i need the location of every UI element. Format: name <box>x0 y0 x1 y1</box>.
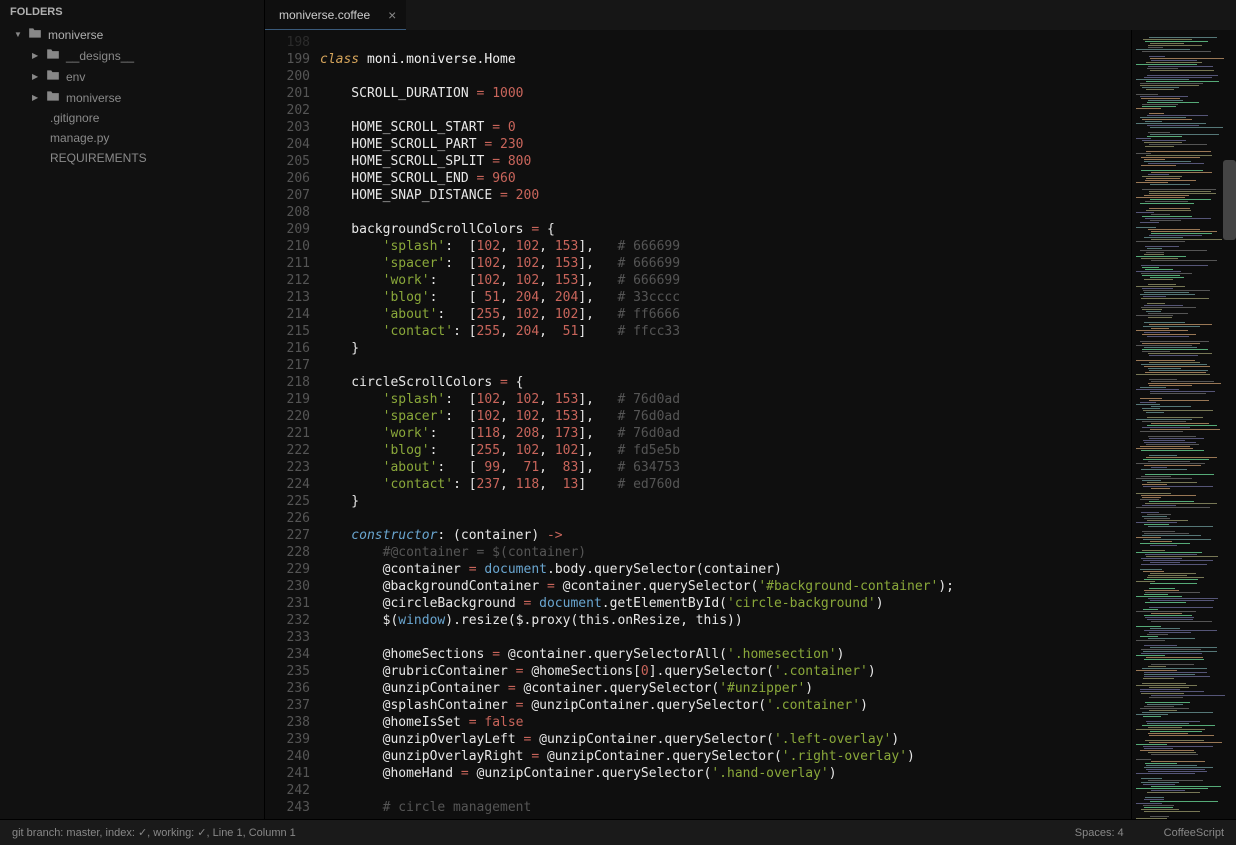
code-line[interactable]: $(window).resize($.proxy(this.onResize, … <box>320 612 1131 629</box>
code-line[interactable]: 'blog': [255, 102, 102], # fd5e5b <box>320 442 1131 459</box>
code-line[interactable]: @rubricContainer = @homeSections[0].quer… <box>320 663 1131 680</box>
chevron-down-icon: ▼ <box>14 30 26 39</box>
tree-item-label: manage.py <box>50 131 109 145</box>
code-line[interactable]: 'about': [ 99, 71, 83], # 634753 <box>320 459 1131 476</box>
tree-folder[interactable]: ▶ __designs__ <box>4 45 264 66</box>
tree-file[interactable]: REQUIREMENTS <box>4 148 264 168</box>
chevron-right-icon: ▶ <box>32 72 44 81</box>
code-line[interactable] <box>320 204 1131 221</box>
chevron-right-icon: ▶ <box>32 93 44 102</box>
code-editor[interactable]: class moni.moniverse.Home SCROLL_DURATIO… <box>320 30 1131 819</box>
tree-folder[interactable]: ▶ moniverse <box>4 87 264 108</box>
folder-sidebar: FOLDERS ▼ moniverse ▶ __designs__ ▶ env ▶ mon… <box>0 0 265 819</box>
code-line[interactable]: backgroundScrollColors = { <box>320 221 1131 238</box>
code-line[interactable]: 'spacer': [102, 102, 153], # 666699 <box>320 255 1131 272</box>
code-line[interactable]: #@container = $(container) <box>320 544 1131 561</box>
code-line[interactable]: HOME_SNAP_DISTANCE = 200 <box>320 187 1131 204</box>
code-line[interactable] <box>320 102 1131 119</box>
code-line[interactable]: HOME_SCROLL_PART = 230 <box>320 136 1131 153</box>
folder-icon <box>46 48 66 63</box>
code-line[interactable]: @backgroundContainer = @container.queryS… <box>320 578 1131 595</box>
code-line[interactable] <box>320 510 1131 527</box>
code-line[interactable]: @homeIsSet = false <box>320 714 1131 731</box>
code-line[interactable]: 'about': [255, 102, 102], # ff6666 <box>320 306 1131 323</box>
code-line[interactable]: HOME_SCROLL_SPLIT = 800 <box>320 153 1131 170</box>
folder-tree: ▼ moniverse ▶ __designs__ ▶ env ▶ moniverse .g… <box>0 24 264 168</box>
folder-icon <box>46 90 66 105</box>
code-line[interactable]: 'blog': [ 51, 204, 204], # 33cccc <box>320 289 1131 306</box>
folder-icon <box>28 27 48 42</box>
code-line[interactable]: 'work': [118, 208, 173], # 76d0ad <box>320 425 1131 442</box>
code-line[interactable]: circleScrollColors = { <box>320 374 1131 391</box>
tree-file[interactable]: manage.py <box>4 128 264 148</box>
code-line[interactable]: class moni.moniverse.Home <box>320 51 1131 68</box>
code-line[interactable]: @unzipOverlayRight = @unzipContainer.que… <box>320 748 1131 765</box>
code-line[interactable]: constructor: (container) -> <box>320 527 1131 544</box>
tab-bar: moniverse.coffee × <box>265 0 1236 30</box>
tree-folder[interactable]: ▶ env <box>4 66 264 87</box>
tab-title: moniverse.coffee <box>279 8 370 22</box>
code-line[interactable]: SCROLL_DURATION = 1000 <box>320 85 1131 102</box>
line-gutter: 1981992002012022032042052062072082092102… <box>265 30 320 819</box>
minimap[interactable] <box>1131 30 1236 819</box>
code-line[interactable]: } <box>320 493 1131 510</box>
tree-file[interactable]: .gitignore <box>4 108 264 128</box>
close-icon[interactable]: × <box>388 7 396 23</box>
tree-item-label: env <box>66 70 85 84</box>
status-syntax[interactable]: CoffeeScript <box>1164 827 1224 839</box>
code-line[interactable]: @splashContainer = @unzipContainer.query… <box>320 697 1131 714</box>
code-line[interactable]: @container = document.body.querySelector… <box>320 561 1131 578</box>
code-line[interactable] <box>320 629 1131 646</box>
editor-area: moniverse.coffee × 198199200201202203204… <box>265 0 1236 819</box>
status-spaces[interactable]: Spaces: 4 <box>1075 827 1124 839</box>
code-line[interactable]: @homeHand = @unzipContainer.querySelecto… <box>320 765 1131 782</box>
code-line[interactable] <box>320 68 1131 85</box>
tab-active[interactable]: moniverse.coffee × <box>265 0 406 30</box>
code-line[interactable]: @unzipContainer = @container.querySelect… <box>320 680 1131 697</box>
code-line[interactable]: 'splash': [102, 102, 153], # 666699 <box>320 238 1131 255</box>
code-line[interactable]: HOME_SCROLL_START = 0 <box>320 119 1131 136</box>
sidebar-header: FOLDERS <box>0 0 264 24</box>
code-line[interactable]: 'splash': [102, 102, 153], # 76d0ad <box>320 391 1131 408</box>
code-line[interactable] <box>320 357 1131 374</box>
tree-item-label: __designs__ <box>66 49 134 63</box>
code-line[interactable] <box>320 782 1131 799</box>
tree-item-label: REQUIREMENTS <box>50 151 147 165</box>
status-left[interactable]: git branch: master, index: ✓, working: ✓… <box>12 826 296 839</box>
code-line[interactable]: 'work': [102, 102, 153], # 666699 <box>320 272 1131 289</box>
tree-item-label: moniverse <box>66 91 121 105</box>
code-line[interactable]: 'contact': [255, 204, 51] # ffcc33 <box>320 323 1131 340</box>
code-line[interactable]: 'spacer': [102, 102, 153], # 76d0ad <box>320 408 1131 425</box>
code-line[interactable]: 'contact': [237, 118, 13] # ed760d <box>320 476 1131 493</box>
minimap-scrollbar[interactable] <box>1223 160 1236 240</box>
folder-icon <box>46 69 66 84</box>
tree-root-label: moniverse <box>48 28 103 42</box>
minimap-content <box>1136 34 1224 819</box>
code-line[interactable]: @unzipOverlayLeft = @unzipContainer.quer… <box>320 731 1131 748</box>
status-bar: git branch: master, index: ✓, working: ✓… <box>0 819 1236 845</box>
code-line[interactable]: HOME_SCROLL_END = 960 <box>320 170 1131 187</box>
chevron-right-icon: ▶ <box>32 51 44 60</box>
code-line[interactable]: # circle management <box>320 799 1131 816</box>
tree-item-label: .gitignore <box>50 111 99 125</box>
code-line[interactable]: @circleBackground = document.getElementB… <box>320 595 1131 612</box>
code-line[interactable]: } <box>320 340 1131 357</box>
tree-root[interactable]: ▼ moniverse <box>4 24 264 45</box>
code-line[interactable]: @homeSections = @container.querySelector… <box>320 646 1131 663</box>
